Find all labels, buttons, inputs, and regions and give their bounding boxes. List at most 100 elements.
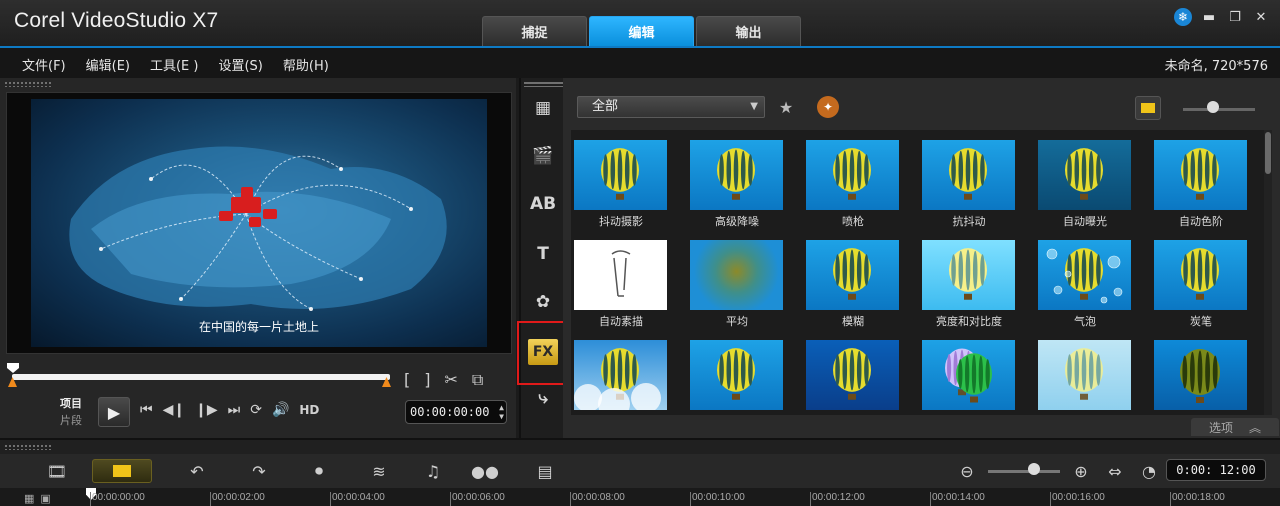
- filter-thumbnail[interactable]: 抖动摄影: [571, 130, 683, 230]
- sound-mixer-icon[interactable]: ≋: [364, 459, 394, 483]
- timecode-spinner-icon[interactable]: ▲ ▼: [499, 403, 504, 421]
- mark-out-button[interactable]: ]: [424, 370, 430, 390]
- tab-capture[interactable]: 捕捉: [482, 16, 587, 46]
- filter-label: 炭笔: [1190, 315, 1212, 328]
- repeat-icon[interactable]: ⟳: [250, 402, 262, 418]
- graphics-icon[interactable]: ✿: [527, 286, 559, 318]
- scroll-thumb[interactable]: [1265, 132, 1271, 174]
- ruler-tick: 00:00:10:00: [690, 492, 745, 506]
- scrubber-handle[interactable]: [7, 363, 19, 373]
- ruler-tick: 00:00:14:00: [930, 492, 985, 506]
- go-to-end-icon[interactable]: ⏭: [228, 402, 241, 418]
- video-frame[interactable]: 在中国的每一片土地上: [31, 99, 487, 347]
- snowflake-icon[interactable]: ❄: [1174, 8, 1192, 26]
- zoom-in-icon[interactable]: ⊕: [1066, 459, 1096, 483]
- minimize-icon[interactable]: ▬: [1200, 8, 1218, 26]
- project-duration-timecode[interactable]: 0:00: 12:00: [1166, 459, 1266, 481]
- record-capture-icon[interactable]: ⏺: [304, 459, 334, 483]
- zoom-out-icon[interactable]: ⊖: [952, 459, 982, 483]
- add-to-favorites-icon[interactable]: ★: [775, 96, 797, 118]
- restore-icon[interactable]: ❐: [1226, 8, 1244, 26]
- category-dropdown[interactable]: 全部 ▼: [577, 96, 765, 118]
- previous-frame-icon[interactable]: ◀❙: [163, 402, 186, 418]
- options-button[interactable]: 选项 ︽: [1191, 418, 1279, 436]
- redo-icon[interactable]: ↷: [244, 459, 274, 483]
- filter-thumbnail[interactable]: 喷枪: [803, 130, 915, 230]
- timeline-ruler[interactable]: ▦ ▣ 00:00:00:00 00:00:02:00 00:00:04:00 00:…: [0, 488, 1280, 506]
- filter-thumbnail[interactable]: 模糊: [803, 230, 915, 330]
- transition-icon[interactable]: AB: [527, 188, 559, 220]
- path-icon[interactable]: ⤷: [527, 382, 559, 414]
- filter-thumbnail[interactable]: 自动素描: [571, 230, 683, 330]
- instant-project-icon[interactable]: 🎬: [527, 140, 559, 172]
- menu-settings[interactable]: 设置(S): [218, 55, 262, 74]
- menu-tools[interactable]: 工具(E ): [150, 55, 199, 74]
- title-icon[interactable]: T: [527, 238, 559, 270]
- mode-project[interactable]: 项目: [60, 395, 82, 412]
- play-icon: ▶: [107, 402, 121, 422]
- fit-project-icon[interactable]: ⇔: [1100, 459, 1130, 483]
- media-icon[interactable]: ▦: [527, 92, 559, 124]
- filter-thumbnail[interactable]: 炭笔: [1151, 230, 1263, 330]
- track-manager-icon[interactable]: ▦: [24, 492, 34, 505]
- balloon-icon: [1065, 348, 1103, 400]
- balloon-icon: [949, 248, 987, 300]
- ruler-tick: 00:00:16:00: [1050, 492, 1105, 506]
- motion-tracking-icon[interactable]: ●●: [470, 459, 500, 483]
- filter-label: 平均: [726, 315, 748, 328]
- balloon-icon: [949, 148, 987, 200]
- filter-fx-button[interactable]: FX: [527, 336, 559, 368]
- chevron-down-icon: ▼: [750, 101, 758, 112]
- filter-thumbnail[interactable]: 亮度和对比度: [919, 230, 1031, 330]
- subtitle-editor-icon[interactable]: ▤: [530, 459, 560, 483]
- library-scrollbar[interactable]: [1264, 130, 1272, 415]
- menu-file[interactable]: 文件(F): [22, 55, 66, 74]
- filter-thumbnail[interactable]: 抗抖动: [919, 130, 1031, 230]
- filter-thumbnail[interactable]: 气泡: [1035, 230, 1147, 330]
- project-duration-icon[interactable]: ◔: [1134, 459, 1164, 483]
- next-frame-icon[interactable]: ❙▶: [195, 402, 218, 418]
- split-clip-icon[interactable]: ✂: [445, 370, 458, 390]
- add-track-icon[interactable]: ▣: [40, 492, 50, 505]
- filter-thumbnail[interactable]: [803, 330, 915, 415]
- storyboard-view-icon[interactable]: 🎞: [40, 459, 74, 483]
- filter-thumbnail[interactable]: [571, 330, 683, 415]
- menu-help[interactable]: 帮助(H): [283, 55, 329, 74]
- filter-thumbnail[interactable]: 自动色阶: [1151, 130, 1263, 230]
- enlarge-preview-icon[interactable]: ⧉: [472, 370, 483, 390]
- filter-thumbnail[interactable]: 高级降噪: [687, 130, 799, 230]
- volume-icon[interactable]: 🔊: [272, 402, 289, 418]
- auto-music-icon[interactable]: ♫: [418, 459, 448, 483]
- mode-clip[interactable]: 片段: [60, 412, 82, 429]
- thumbnail-size-knob[interactable]: [1207, 101, 1219, 113]
- tab-edit[interactable]: 编辑: [589, 16, 694, 46]
- filter-thumbnail[interactable]: 自动曝光: [1035, 130, 1147, 230]
- go-to-start-icon[interactable]: ⏮: [140, 402, 153, 418]
- panel-grip[interactable]: [523, 81, 563, 87]
- scrubber-bar[interactable]: [12, 374, 390, 380]
- filter-thumbnail[interactable]: [1151, 330, 1263, 415]
- undo-icon[interactable]: ↶: [182, 459, 212, 483]
- hd-preview-button[interactable]: HD: [299, 403, 319, 417]
- play-button[interactable]: ▶: [98, 397, 130, 427]
- thumbnail-view-button[interactable]: [1135, 96, 1161, 120]
- panel-grip[interactable]: [4, 444, 52, 450]
- timeline-view-button[interactable]: [92, 459, 152, 483]
- timeline-zoom-knob[interactable]: [1028, 463, 1040, 475]
- tab-share[interactable]: 输出: [696, 16, 801, 46]
- panel-grip[interactable]: [4, 81, 52, 87]
- get-more-content-icon[interactable]: ✦: [817, 96, 839, 118]
- thumbnail-size-slider[interactable]: [1183, 108, 1255, 111]
- filter-thumbnail[interactable]: 平均: [687, 230, 799, 330]
- filter-thumbnail[interactable]: [1035, 330, 1147, 415]
- close-icon[interactable]: ✕: [1252, 8, 1270, 26]
- preview-timecode[interactable]: 00:00:00:00 ▲ ▼: [405, 400, 507, 424]
- play-mode-selector[interactable]: 项目 片段: [60, 395, 82, 429]
- mark-in-button[interactable]: [: [404, 370, 410, 390]
- menu-edit[interactable]: 编辑(E): [86, 55, 130, 74]
- timeline-zoom-slider[interactable]: [988, 470, 1060, 473]
- filter-thumbnail[interactable]: [919, 330, 1031, 415]
- filter-thumbnail[interactable]: [687, 330, 799, 415]
- preview-panel: 在中国的每一片土地上 [ ] ✂ ⧉ 项目 片段 ▶ ⏮ ◀❙ ❙▶ ⏭ ⟳ 🔊…: [0, 78, 516, 438]
- filter-grid: 抖动摄影 高级降噪 喷枪 抗抖动 自动曝光 自动色阶自动素描 平均 模糊 亮度和对比度 气泡 炭笔: [571, 130, 1265, 415]
